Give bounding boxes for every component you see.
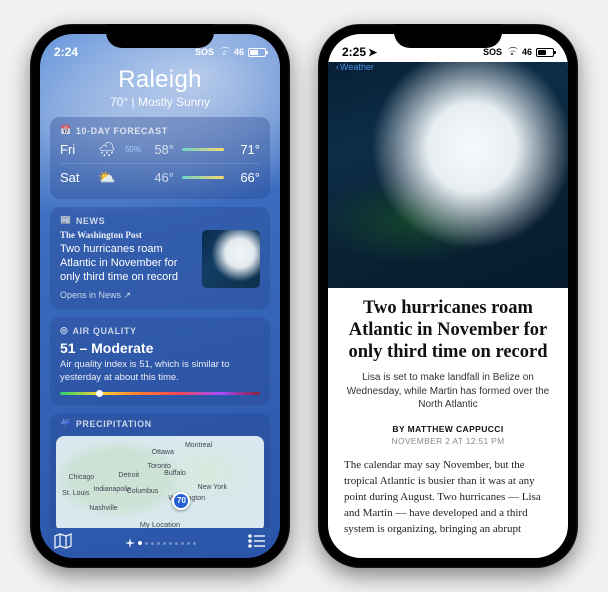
map-city-label: New York <box>197 484 227 491</box>
map-city-label: Nashville <box>89 505 117 512</box>
news-headline: Two hurricanes roam Atlantic in November… <box>60 243 194 284</box>
location-services-icon: ➤ <box>368 46 377 59</box>
location-header[interactable]: Raleigh 70° | Mostly Sunny <box>40 66 280 109</box>
map-city-label: Montreal <box>185 442 212 449</box>
city-name: Raleigh <box>40 66 280 94</box>
temp-range-bar <box>182 148 224 151</box>
forecast-row[interactable]: Sat ⛅ 46° 66° <box>60 163 260 191</box>
aq-description: Air quality index is 51, which is simila… <box>60 359 260 384</box>
status-battery: 46 <box>522 47 532 57</box>
map-city-label: Columbus <box>127 488 159 495</box>
map-city-label: Indianapolis <box>93 486 130 493</box>
map-city-label: Detroit <box>118 472 139 479</box>
forecast-pop: 50% <box>122 145 144 154</box>
map-city-label: Chicago <box>68 474 94 481</box>
map-city-label: Buffalo <box>164 470 186 477</box>
phone-weather: 2:24 SOS 46 Raleigh 70° | Mostly Sunny <box>30 24 290 568</box>
status-battery: 46 <box>234 47 244 57</box>
my-location-label: My Location <box>140 520 180 528</box>
temp-range-bar <box>182 176 224 179</box>
battery-icon <box>248 48 266 57</box>
news-source: The Washington Post <box>60 230 194 240</box>
precipitation-card[interactable]: ☔ PRECIPITATION Montreal Ottawa Toronto C… <box>50 413 270 528</box>
news-thumbnail <box>202 230 260 288</box>
phone-article: 2:25➤ SOS 46 ‹ Weather Two hurricanes ro… <box>318 24 578 568</box>
aq-value: 51 – Moderate <box>60 340 260 356</box>
forecast-low: 46° <box>144 170 174 185</box>
forecast-low: 58° <box>144 142 174 157</box>
partly-cloudy-icon: ⛅ <box>92 169 122 186</box>
forecast-card[interactable]: 📅 10-DAY FORECAST Fri 🌧 50% 58° 71° Sat ⛅… <box>50 117 270 199</box>
current-condition: Mostly Sunny <box>138 95 210 109</box>
article-title: Two hurricanes roam Atlantic in November… <box>344 298 552 363</box>
open-in-news-link[interactable]: Opens in News ↗ <box>60 290 194 301</box>
precipitation-map[interactable]: Montreal Ottawa Toronto Chicago Detroit … <box>56 436 264 528</box>
map-city-label: Toronto <box>148 463 171 470</box>
article-byline: MATTHEW CAPPUCCI <box>408 424 504 434</box>
chevron-left-icon: ‹ <box>336 62 339 72</box>
umbrella-icon: ☔ <box>60 419 72 430</box>
my-location-pin[interactable]: 70 <box>172 492 190 510</box>
news-heading: NEWS <box>76 216 105 226</box>
calendar-icon: 📅 <box>60 125 72 136</box>
aq-icon: ◎ <box>60 325 68 336</box>
article-text: The calendar may say November, but the t… <box>344 458 552 538</box>
map-city-label: St. Louis <box>62 490 89 497</box>
forecast-day: Sat <box>60 170 92 185</box>
wifi-icon <box>506 47 518 58</box>
forecast-high: 71° <box>232 142 260 157</box>
wifi-icon <box>218 47 230 58</box>
forecast-high: 66° <box>232 170 260 185</box>
article-date: NOVEMBER 2 AT 12:51 PM <box>391 436 504 446</box>
battery-icon <box>536 48 554 57</box>
status-time: 2:24 <box>54 45 78 59</box>
map-city-label: Ottawa <box>152 449 174 456</box>
weather-screen: 2:24 SOS 46 Raleigh 70° | Mostly Sunny <box>40 34 280 558</box>
article-screen: 2:25➤ SOS 46 ‹ Weather Two hurricanes ro… <box>328 34 568 558</box>
news-card[interactable]: 📰 NEWS The Washington Post Two hurricanes… <box>50 207 270 309</box>
forecast-day: Fri <box>60 142 92 157</box>
article-hero-image <box>328 62 568 288</box>
article-body[interactable]: Two hurricanes roam Atlantic in November… <box>328 288 568 538</box>
aq-scale-bar <box>60 392 260 395</box>
precip-heading: PRECIPITATION <box>76 419 152 429</box>
status-time: 2:25 <box>342 45 366 59</box>
rain-icon: 🌧 <box>92 141 122 158</box>
forecast-heading: 10-DAY FORECAST <box>76 126 168 136</box>
article-deck: Lisa is set to make landfall in Belize o… <box>344 371 552 412</box>
current-temp: 70° <box>110 95 128 109</box>
news-icon: 📰 <box>60 215 72 226</box>
air-quality-card[interactable]: ◎ AIR QUALITY 51 – Moderate Air quality i… <box>50 317 270 405</box>
notch <box>394 24 502 48</box>
notch <box>106 24 214 48</box>
back-to-weather-button[interactable]: ‹ Weather <box>336 62 374 72</box>
aq-heading: AIR QUALITY <box>72 326 136 336</box>
forecast-row[interactable]: Fri 🌧 50% 58° 71° <box>60 136 260 163</box>
status-sos: SOS <box>483 47 502 57</box>
status-sos: SOS <box>195 47 214 57</box>
